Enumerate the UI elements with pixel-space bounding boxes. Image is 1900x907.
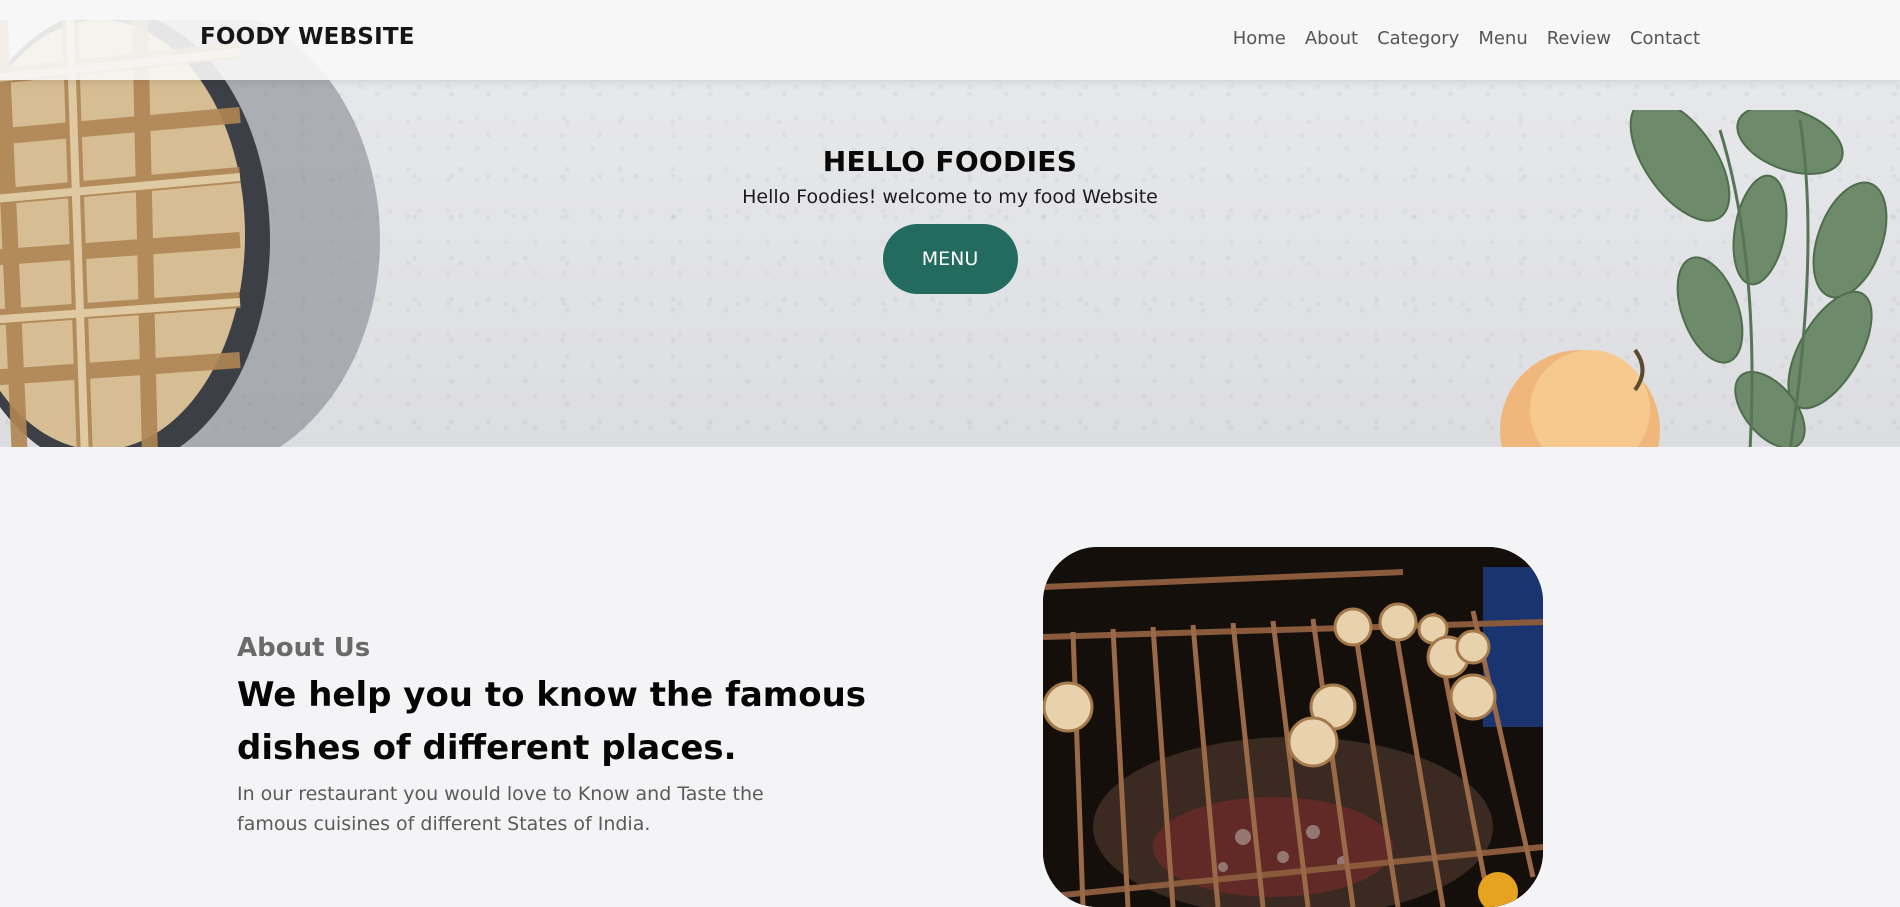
about-heading-line2: dishes of different places. <box>237 728 737 768</box>
hero-content: HELLO FOODIES Hello Foodies! welcome to … <box>0 145 1900 294</box>
about-text: About Us We help you to know the famous … <box>237 633 877 839</box>
grill-image <box>1043 547 1543 907</box>
about-body: In our restaurant you would love to Know… <box>237 783 764 835</box>
nav-link-menu[interactable]: Menu <box>1478 28 1527 49</box>
nav-link-home[interactable]: Home <box>1233 28 1286 49</box>
nav-item-review: Review <box>1547 28 1611 49</box>
about-heading-line1: We help you to know the famous <box>237 675 867 715</box>
menu-button[interactable]: MENU <box>882 224 1018 294</box>
nav-links: Home About Category Menu Review Contact <box>1233 28 1700 49</box>
grill-illustration <box>1043 547 1543 907</box>
nav-item-contact: Contact <box>1630 28 1700 49</box>
brand-logo[interactable]: FOODY WEBSITE <box>200 24 415 50</box>
about-heading: We help you to know the famous dishes of… <box>237 669 877 775</box>
hero-subtitle: Hello Foodies! welcome to my food Websit… <box>742 186 1158 208</box>
hero-title: HELLO FOODIES <box>822 145 1078 178</box>
about-kicker: About Us <box>237 633 371 663</box>
nav-link-review[interactable]: Review <box>1547 28 1611 49</box>
nav-link-about[interactable]: About <box>1305 28 1358 49</box>
nav-link-contact[interactable]: Contact <box>1630 28 1700 49</box>
nav-item-category: Category <box>1377 28 1459 49</box>
nav-item-menu: Menu <box>1478 28 1527 49</box>
navbar: FOODY WEBSITE Home About Category Menu R… <box>0 0 1900 80</box>
nav-item-about: About <box>1305 28 1358 49</box>
nav-item-home: Home <box>1233 28 1286 49</box>
nav-link-category[interactable]: Category <box>1377 28 1459 49</box>
